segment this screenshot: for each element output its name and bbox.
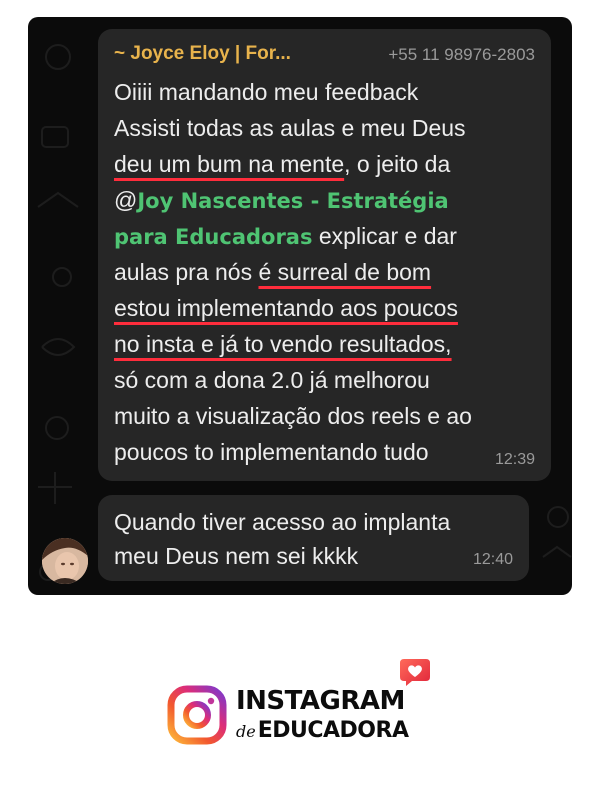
message-bubble[interactable]: Quando tiver acesso ao implanta meu Deus… — [98, 495, 529, 581]
message-text: Oiiii mandando meu feedback — [114, 79, 419, 105]
highlighted-text: estou implementando aos poucos — [114, 295, 458, 321]
message-line: Quando tiver acesso ao implanta — [114, 505, 450, 539]
message-line: Assisti todas as aulas e meu Deus — [114, 111, 466, 145]
heart-notification-icon — [400, 659, 430, 686]
avatar-photo — [42, 538, 88, 584]
logo-subtitle: deEDUCADORA — [236, 718, 409, 743]
avatar[interactable] — [42, 538, 88, 584]
message-text: aulas pra nós — [114, 259, 259, 285]
mention-link[interactable]: Joy Nascentes - Estratégia — [137, 189, 448, 213]
message-line: @Joy Nascentes - Estratégia — [114, 183, 449, 218]
logo-subtitle-prefix: de — [236, 722, 256, 741]
message-line: poucos to implementando tudo — [114, 435, 429, 469]
message-text: muito a visualização dos reels e ao — [114, 403, 472, 429]
message-text: @ — [114, 187, 138, 213]
message-text: explicar e dar — [312, 223, 457, 249]
message-line: no insta e já to vendo resultados, — [114, 327, 452, 361]
sender-name[interactable]: ~ Joyce Eloy | For... — [114, 43, 291, 65]
message-timestamp: 12:39 — [494, 451, 535, 468]
message-line: só com a dona 2.0 já melhorou — [114, 363, 430, 397]
message-line: Oiiii mandando meu feedback — [114, 75, 418, 109]
message-text: Quando tiver acesso ao implanta — [114, 509, 451, 535]
message-text: Assisti todas as aulas e meu Deus — [114, 115, 466, 141]
message-text: , o jeito da — [344, 151, 451, 177]
message-line: para Educadoras explicar e dar — [114, 219, 457, 254]
message-timestamp: 12:40 — [472, 551, 513, 568]
sender-header: ~ Joyce Eloy | For... +55 11 98976-2803 — [114, 43, 535, 67]
instagram-icon — [167, 685, 227, 745]
chat-screenshot: ~ Joyce Eloy | For... +55 11 98976-2803 … — [28, 17, 572, 595]
message-text: poucos to implementando tudo — [114, 439, 429, 465]
highlighted-text: deu um bum na mente — [114, 151, 345, 177]
highlighted-text: é surreal de bom — [258, 259, 432, 285]
message-line: deu um bum na mente, o jeito da — [114, 147, 450, 181]
sender-phone: +55 11 98976-2803 — [388, 45, 535, 64]
logo-title: INSTAGRAM — [236, 686, 405, 716]
instagram-de-educadora-logo: INSTAGRAM deEDUCADORA — [166, 655, 430, 755]
message-line: estou implementando aos poucos — [114, 291, 458, 325]
message-text: meu Deus nem sei kkkk — [114, 543, 359, 569]
message-line: aulas pra nós é surreal de bom — [114, 255, 431, 289]
logo-subtitle-main: EDUCADORA — [257, 718, 409, 743]
mention-link[interactable]: para Educadoras — [114, 225, 312, 249]
message-line: muito a visualização dos reels e ao — [114, 399, 472, 433]
message-text: só com a dona 2.0 já melhorou — [114, 367, 430, 393]
message-bubble[interactable]: ~ Joyce Eloy | For... +55 11 98976-2803 … — [98, 29, 551, 481]
message-line: meu Deus nem sei kkkk — [114, 539, 358, 573]
highlighted-text: no insta e já to vendo resultados, — [114, 331, 452, 357]
